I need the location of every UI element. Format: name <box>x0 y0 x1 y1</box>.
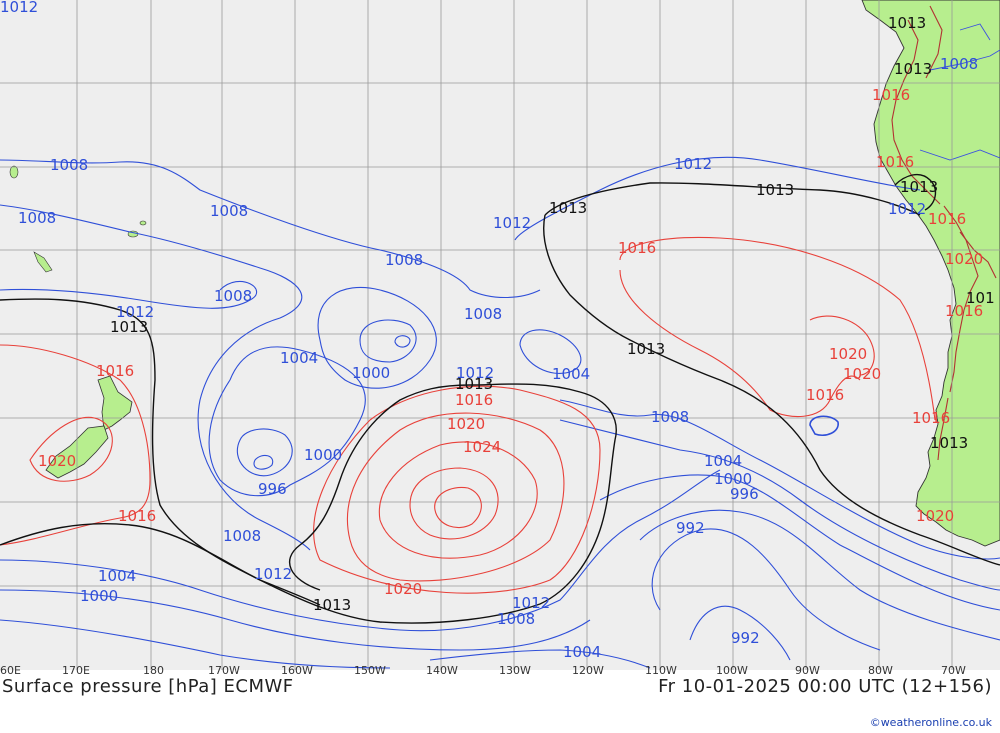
isobar-label: 992 <box>676 519 705 537</box>
isobar-label: 1016 <box>928 210 966 228</box>
isobar-label: 1012 <box>888 200 926 218</box>
isobar-label: 1016 <box>96 362 134 380</box>
pressure-map-canvas[interactable]: 1012 1008 1008 1008 1008 1008 1012 1013 … <box>0 0 1000 670</box>
isobar-label: 1008 <box>940 55 978 73</box>
isobar-label: 1008 <box>651 408 689 426</box>
isobar-label: 1016 <box>876 153 914 171</box>
isobar-label: 1008 <box>214 287 252 305</box>
isobar-label: 1024 <box>463 438 501 456</box>
weather-map: 1012 1008 1008 1008 1008 1008 1012 1013 … <box>0 0 1000 733</box>
isobar-label: 1008 <box>210 202 248 220</box>
isobar-label: 1004 <box>98 567 136 585</box>
isobar-label: 1020 <box>447 415 485 433</box>
isobar-label: 1016 <box>118 507 156 525</box>
isobar-label: 1013 <box>888 14 926 32</box>
isobar-label: 1008 <box>18 209 56 227</box>
isobar-label: 1000 <box>352 364 390 382</box>
isobar-label: 1013 <box>627 340 665 358</box>
isobar-label: 1016 <box>806 386 844 404</box>
map-title: Surface pressure [hPa] ECMWF <box>2 676 294 697</box>
isobar-label: 1020 <box>945 250 983 268</box>
isobar-label: 1008 <box>464 305 502 323</box>
isobar-label: 1016 <box>618 239 656 257</box>
isobar-label: 1008 <box>50 156 88 174</box>
isobar-label: 1013 <box>930 434 968 452</box>
longitude-tick: 150W <box>354 664 386 677</box>
isobar-label: 1000 <box>304 446 342 464</box>
isobar-label: 1004 <box>704 452 742 470</box>
isobar-label: 1004 <box>280 349 318 367</box>
longitude-tick: 120W <box>572 664 604 677</box>
isobar-label: 1013 <box>894 60 932 78</box>
isobar-label: 1004 <box>552 365 590 383</box>
source-credit[interactable]: ©weatheronline.co.uk <box>870 716 992 729</box>
isobar-label: 996 <box>730 485 759 503</box>
isobar-label: 1013 <box>313 596 351 614</box>
isobar-label: 1020 <box>38 452 76 470</box>
isobar-label: 1013 <box>110 318 148 336</box>
isobar-label: 1016 <box>872 86 910 104</box>
isobar-label: 1020 <box>829 345 867 363</box>
isobar-label: 1008 <box>385 251 423 269</box>
isobar-label: 1020 <box>843 365 881 383</box>
isobar-label: 1012 <box>0 0 38 16</box>
isobar-label: 1012 <box>254 565 292 583</box>
isobar-label: 1020 <box>384 580 422 598</box>
isobar-label: 1016 <box>455 391 493 409</box>
isobar-label: 1000 <box>80 587 118 605</box>
longitude-tick: 140W <box>426 664 458 677</box>
isobar-label: 1013 <box>549 199 587 217</box>
longitude-tick: 130W <box>499 664 531 677</box>
forecast-datetime: Fr 10-01-2025 00:00 UTC (12+156) <box>658 676 992 697</box>
isobar-label: 1008 <box>223 527 261 545</box>
isobar-label: 1013 <box>756 181 794 199</box>
isobar-label: 996 <box>258 480 287 498</box>
isobar-label: 1004 <box>563 643 601 661</box>
isobar-label: 1020 <box>916 507 954 525</box>
isobar-label: 1012 <box>674 155 712 173</box>
isobar-label: 992 <box>731 629 760 647</box>
isobar-label: 1012 <box>493 214 531 232</box>
isobar-label: 1016 <box>912 409 950 427</box>
isobar-label: 101 <box>966 289 995 307</box>
isobar-label: 1008 <box>497 610 535 628</box>
